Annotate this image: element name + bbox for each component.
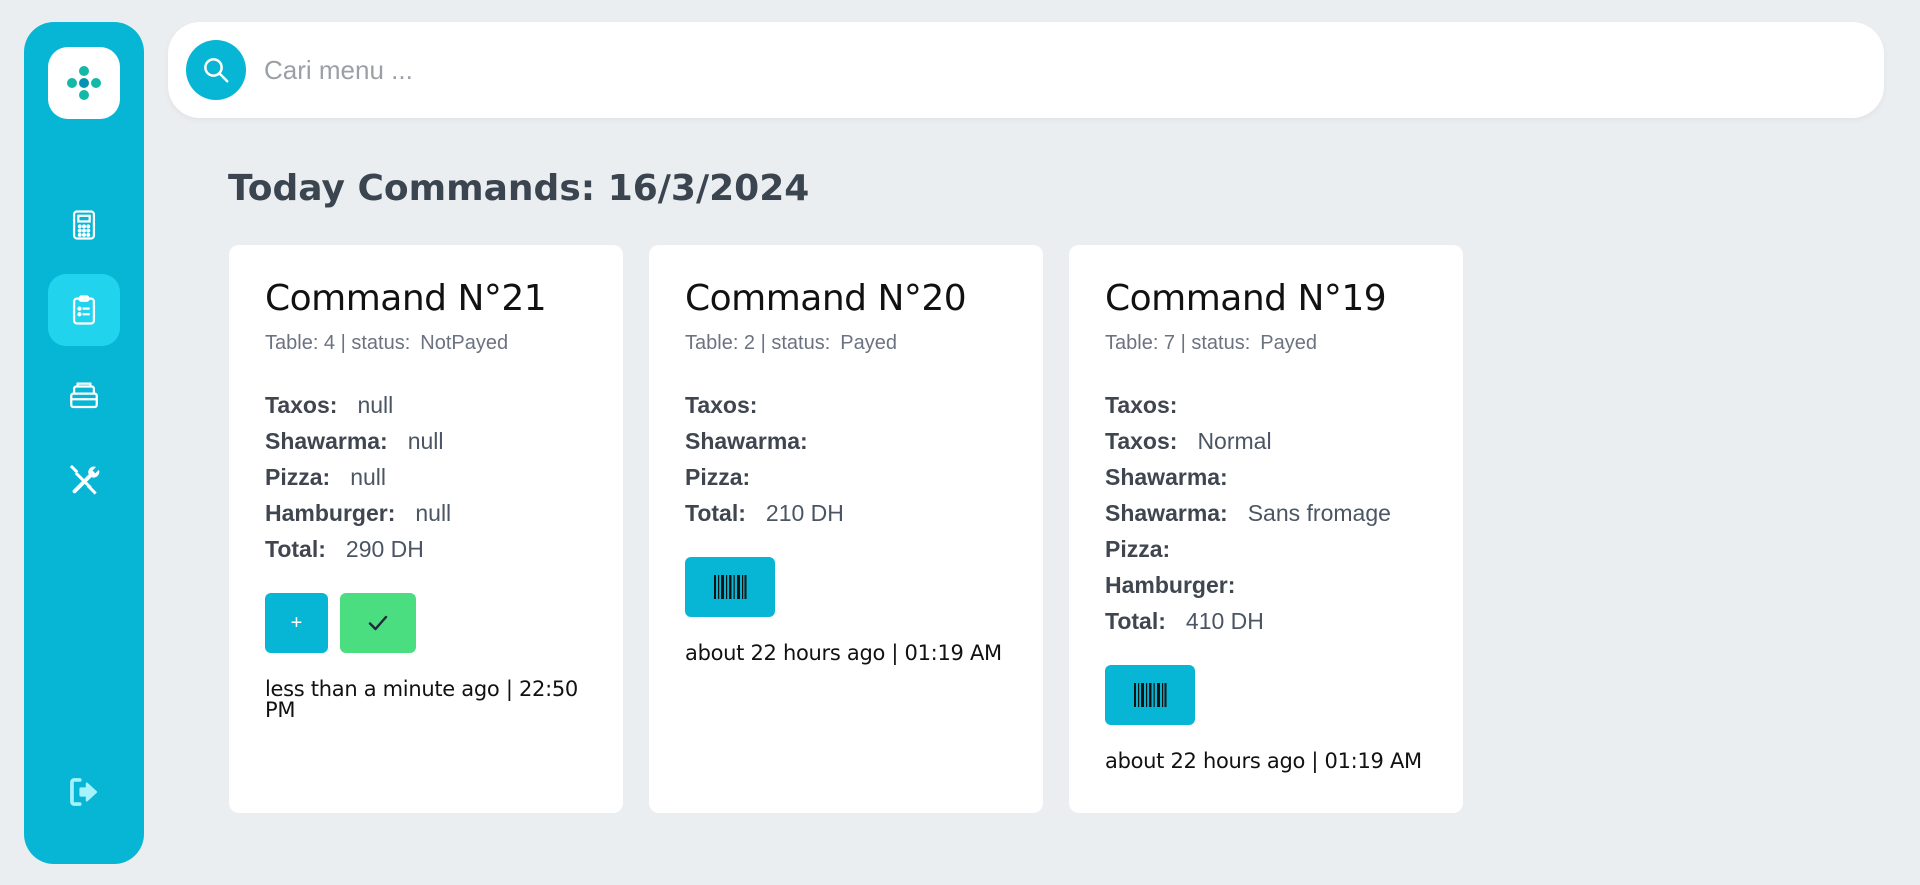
mark-paid-button[interactable] [340, 593, 416, 653]
item-label: Pizza: [685, 464, 751, 490]
search-input[interactable] [264, 46, 1844, 94]
list-item: Shawarma: [1105, 459, 1427, 495]
list-item: Shawarma: [685, 423, 1007, 459]
list-item: Taxos: Normal [1105, 423, 1427, 459]
list-item: Pizza: null [265, 459, 587, 495]
tools-icon [69, 464, 100, 495]
nav-settings[interactable] [48, 443, 120, 515]
item-label: Shawarma: [265, 428, 388, 454]
command-title: Command N°20 [685, 278, 967, 319]
add-item-button[interactable]: + [265, 593, 328, 653]
list-item: Pizza: [1105, 531, 1427, 567]
item-label: Shawarma: [1105, 464, 1228, 490]
item-value: 410 DH [1185, 608, 1264, 634]
list-item: Shawarma: Sans fromage [1105, 495, 1427, 531]
print-receipt-button[interactable] [1105, 665, 1195, 725]
item-value: null [407, 428, 444, 454]
total-row: Total: 290 DH [265, 531, 587, 567]
command-title: Command N°19 [1105, 278, 1387, 319]
page-title: Today Commands: 16/3/2024 [228, 168, 810, 209]
command-meta: Table: 2 | status: Payed [685, 333, 1007, 353]
status-value: Payed [840, 332, 897, 354]
clipboard-icon [72, 295, 96, 325]
item-value: null [350, 464, 386, 490]
list-item: Taxos: [685, 387, 1007, 423]
item-value: 210 DH [765, 500, 844, 526]
box-stack-icon [70, 382, 98, 409]
command-meta: Table: 7 | status: Payed [1105, 333, 1427, 353]
item-value: null [415, 500, 452, 526]
command-card: Command N°19 Table: 7 | status: Payed Tax… [1069, 245, 1463, 813]
command-card: Command N°21 Table: 4 | status: NotPayed … [229, 245, 623, 813]
search-bar [168, 22, 1884, 118]
item-label: Taxos: [1105, 392, 1178, 418]
command-actions [685, 557, 1007, 617]
command-timestamp: about 22 hours ago | 01:19 AM [685, 641, 1002, 665]
item-label: Taxos: [265, 392, 338, 418]
item-label: Taxos: [1105, 428, 1178, 454]
calculator-icon [72, 210, 96, 240]
search-icon [204, 58, 229, 83]
sidebar [24, 22, 144, 864]
item-label: Shawarma: [1105, 500, 1228, 526]
table-status-label: Table: 4 | status: [265, 332, 411, 354]
command-actions: + [265, 593, 587, 653]
item-value: Sans fromage [1247, 500, 1391, 526]
list-item: Pizza: [685, 459, 1007, 495]
list-item: Hamburger: [1105, 567, 1427, 603]
barcode-icon [714, 575, 747, 599]
command-timestamp: about 22 hours ago | 01:19 AM [1105, 749, 1422, 773]
command-items: Taxos: Shawarma: Pizza: Total: 210 DH [685, 387, 1007, 531]
item-label: Total: [1105, 608, 1166, 634]
item-label: Shawarma: [685, 428, 808, 454]
nav-inventory[interactable] [48, 359, 120, 431]
command-items: Taxos: Taxos: Normal Shawarma: Shawarma: S… [1105, 387, 1427, 639]
status-value: NotPayed [420, 332, 509, 354]
item-value: null [357, 392, 394, 418]
item-value: Normal [1197, 428, 1272, 454]
command-items: Taxos: null Shawarma: null Pizza: null Hamb… [265, 387, 587, 567]
list-item: Taxos: [1105, 387, 1427, 423]
list-item: Taxos: null [265, 387, 587, 423]
item-label: Hamburger: [1105, 572, 1236, 598]
table-status-label: Table: 7 | status: [1105, 332, 1251, 354]
item-label: Total: [265, 536, 326, 562]
list-item: Hamburger: null [265, 495, 587, 531]
nav-calculator[interactable] [48, 189, 120, 261]
table-status-label: Table: 2 | status: [685, 332, 831, 354]
item-label: Pizza: [1105, 536, 1171, 562]
total-row: Total: 210 DH [685, 495, 1007, 531]
item-label: Pizza: [265, 464, 331, 490]
command-meta: Table: 4 | status: NotPayed [265, 333, 587, 353]
item-label: Hamburger: [265, 500, 396, 526]
status-value: Payed [1260, 332, 1317, 354]
command-timestamp: less than a minute ago | 22:50 PM [265, 677, 578, 722]
total-row: Total: 410 DH [1105, 603, 1427, 639]
list-item: Shawarma: null [265, 423, 587, 459]
item-value: 290 DH [345, 536, 424, 562]
check-icon [368, 615, 388, 631]
print-receipt-button[interactable] [685, 557, 775, 617]
logout-icon [70, 778, 98, 806]
search-button[interactable] [186, 40, 246, 100]
item-label: Taxos: [685, 392, 758, 418]
logo[interactable] [48, 47, 120, 119]
command-title: Command N°21 [265, 278, 547, 319]
command-card: Command N°20 Table: 2 | status: Payed Tax… [649, 245, 1043, 813]
item-label: Total: [685, 500, 746, 526]
nav-commands[interactable] [48, 274, 120, 346]
logo-icon [67, 66, 101, 100]
command-actions [1105, 665, 1427, 725]
barcode-icon [1134, 683, 1167, 707]
logout-button[interactable] [48, 756, 120, 828]
